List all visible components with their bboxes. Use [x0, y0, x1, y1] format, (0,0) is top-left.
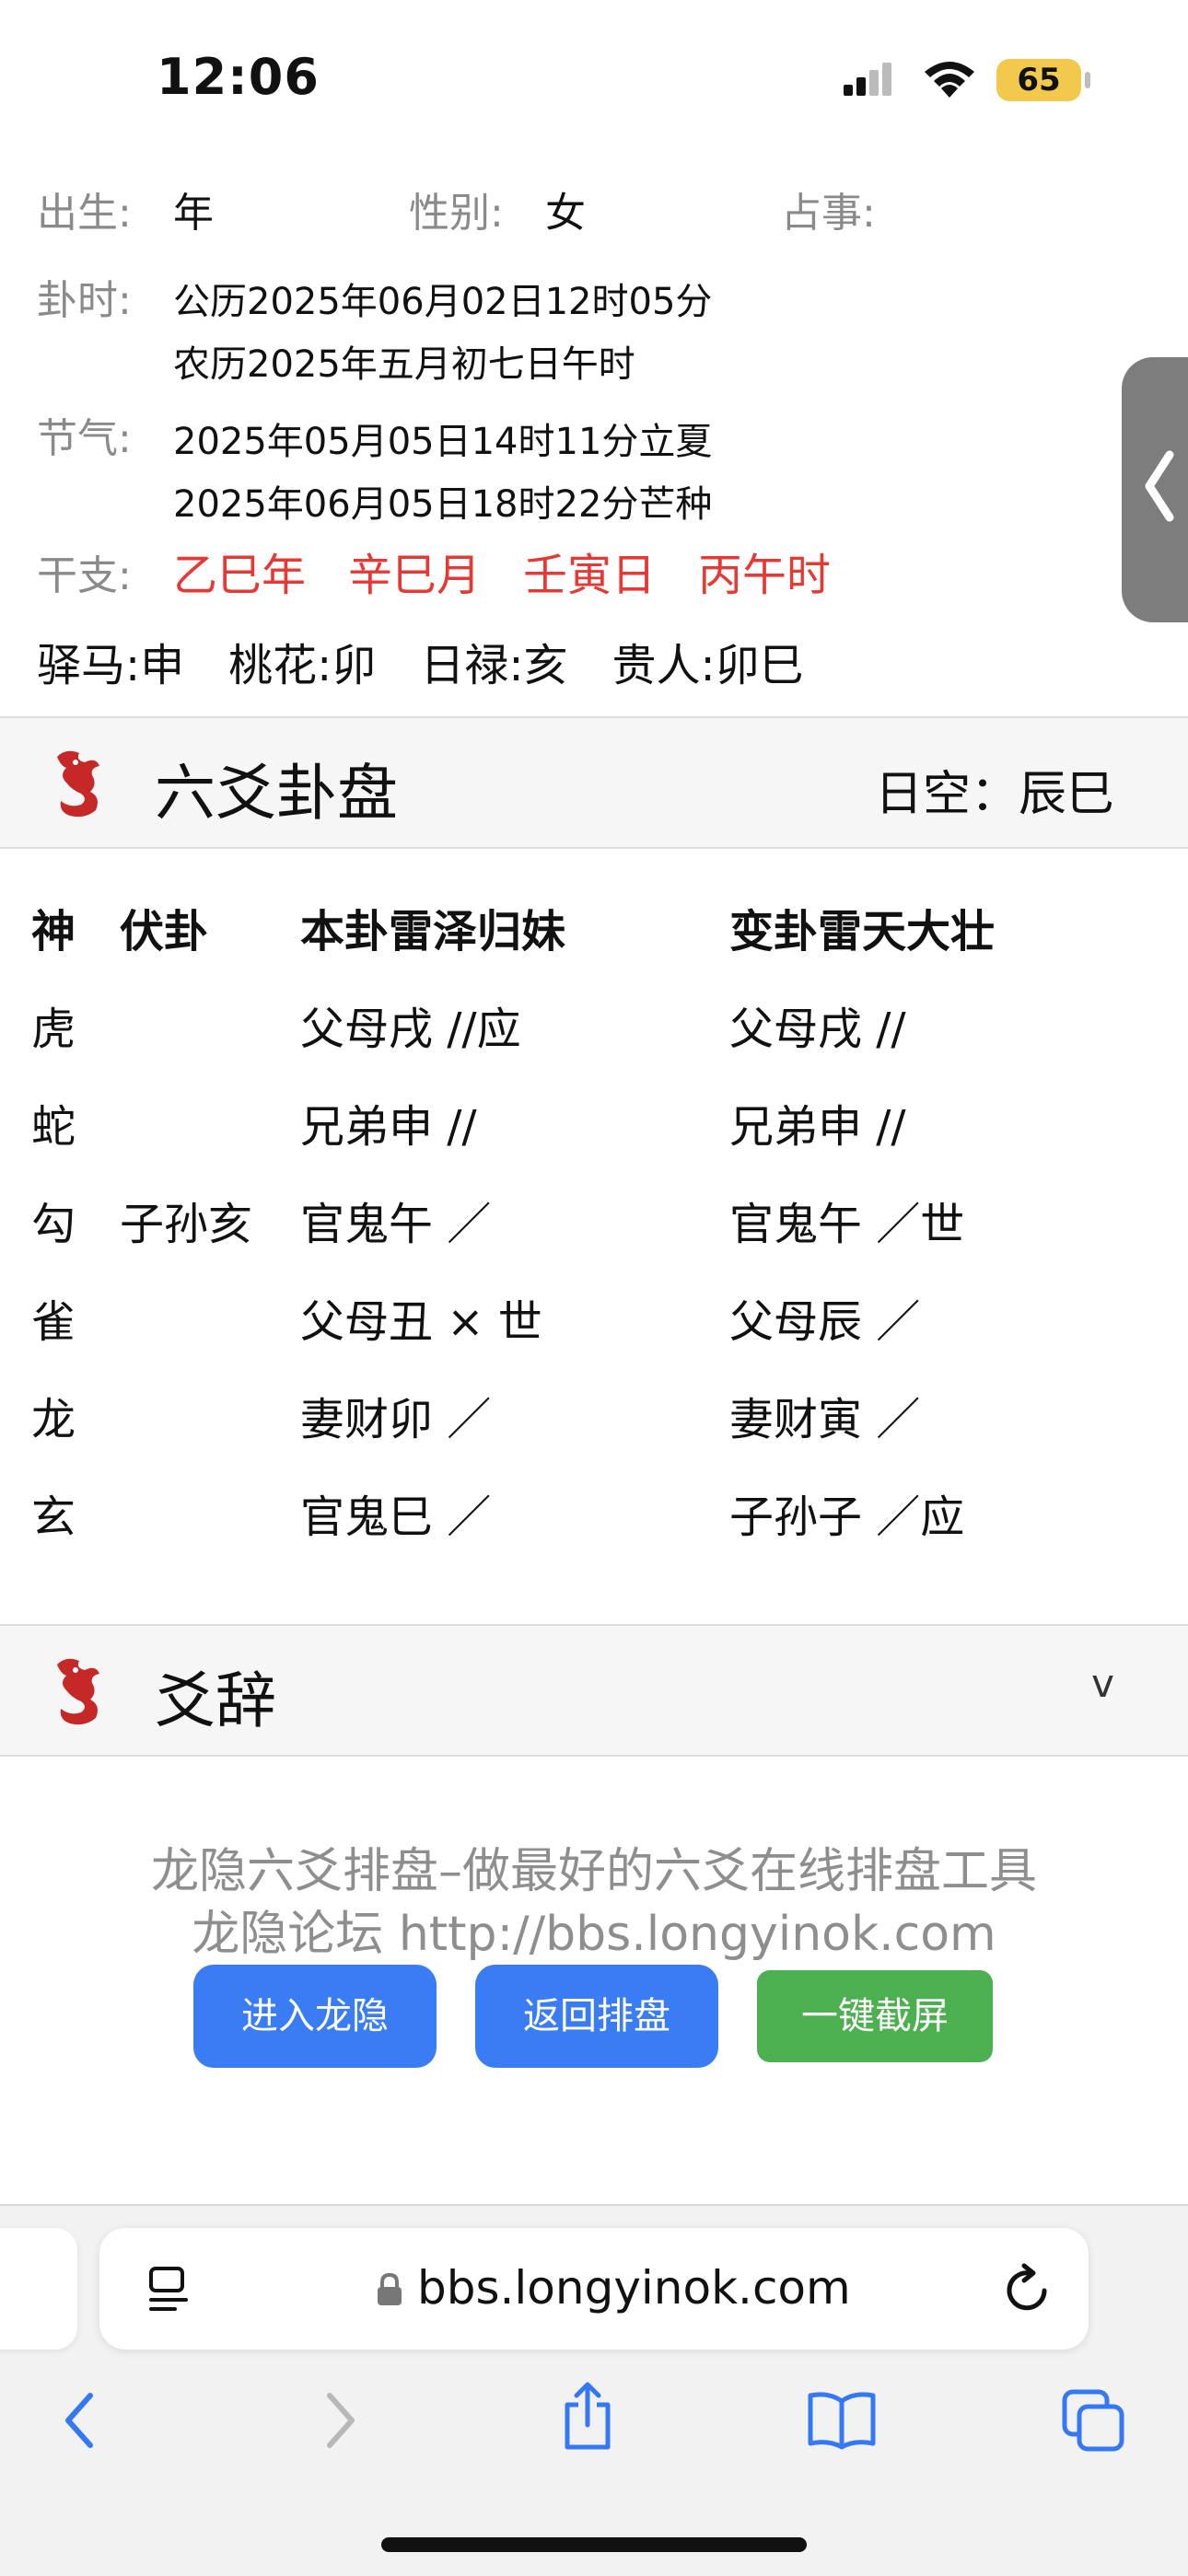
table-row: 蛇 兄弟申 // 兄弟申 // — [0, 1090, 1188, 1173]
header-biangua: 变卦雷天大壮 — [729, 906, 996, 957]
shensha-line: 驿马:申 桃花:卯 日禄:亥 贵人:卯巳 — [37, 640, 804, 691]
reload-icon[interactable] — [1002, 2261, 1054, 2316]
row-shen: 虎 — [31, 1004, 76, 1055]
ganzhi-values: 乙巳年 辛巳月 壬寅日 丙午时 — [173, 539, 1094, 601]
jieqi-label: 节气: — [37, 415, 132, 462]
row-bengua: 官鬼午 ／ — [300, 1199, 492, 1250]
status-bar: 12:06 65 — [0, 0, 1188, 157]
row-bengua: 父母戌 //应 — [300, 1004, 521, 1055]
ganzhi-label: 干支: — [37, 552, 132, 599]
screenshot-button[interactable]: 一键截屏 — [757, 1970, 993, 2062]
header-fugua: 伏卦 — [120, 906, 209, 957]
row-fugua: 子孙亥 — [120, 1199, 253, 1250]
birth-label: 出生: — [37, 190, 132, 237]
chevron-left-icon — [1145, 450, 1174, 522]
cellular-signal-icon — [844, 63, 891, 96]
tabs-icon[interactable] — [1061, 2388, 1127, 2454]
matter-label: 占事: — [781, 190, 876, 237]
side-drawer-tab[interactable] — [1122, 357, 1188, 622]
table-row: 勾 子孙亥 官鬼午 ／ 官鬼午 ／世 — [0, 1188, 1188, 1271]
gender-value: 女 — [545, 190, 586, 237]
forward-icon[interactable] — [317, 2388, 363, 2453]
dragon-logo-icon — [57, 750, 99, 818]
ganzhi-hour: 丙午时 — [698, 550, 832, 601]
bookmarks-icon[interactable] — [805, 2388, 879, 2451]
chevron-down-icon[interactable]: v — [1091, 1661, 1114, 1706]
gender-label: 性别: — [409, 190, 504, 237]
row-biangua: 父母辰 ／ — [729, 1296, 921, 1348]
address-bar[interactable]: bbs.longyinok.com — [99, 2228, 1089, 2350]
liuyao-section-header: 六爻卦盘 日空：辰巳 — [0, 716, 1188, 849]
yaoci-section-title: 爻辞 — [155, 1665, 276, 1736]
ganzhi-month: 辛巳月 — [348, 550, 482, 601]
battery-indicator: 65 — [996, 59, 1081, 101]
url-text[interactable]: bbs.longyinok.com — [417, 2261, 851, 2315]
guashi-label: 卦时: — [37, 277, 132, 324]
row-shen: 雀 — [31, 1296, 76, 1348]
row-bengua: 父母丑 × 世 — [300, 1296, 542, 1348]
ganzhi-day: 壬寅日 — [523, 550, 657, 601]
page-menu-icon[interactable] — [147, 2265, 190, 2313]
yaoci-section-header[interactable]: 爻辞 v — [0, 1624, 1188, 1757]
row-shen: 蛇 — [31, 1101, 76, 1153]
back-to-chart-button[interactable]: 返回排盘 — [475, 1965, 718, 2068]
share-icon[interactable] — [558, 2379, 617, 2453]
footer-forum-link[interactable]: 龙隐论坛 http://bbs.longyinok.com — [0, 1895, 1188, 1964]
guashi-lunar: 农历2025年五月初七日午时 — [173, 343, 635, 386]
footer-slogan: 龙隐六爻排盘–做最好的六爻在线排盘工具 — [150, 1844, 1037, 1899]
row-biangua: 子孙子 ／应 — [729, 1491, 965, 1543]
home-indicator — [381, 2537, 807, 2552]
dragon-logo-icon — [57, 1658, 99, 1725]
jieqi-start: 2025年05月05日14时11分立夏 — [173, 421, 713, 463]
row-biangua: 官鬼午 ／世 — [729, 1199, 965, 1250]
header-shen: 神 — [31, 906, 76, 957]
rikong-value: 日空：辰巳 — [874, 767, 1114, 822]
header-bengua: 本卦雷泽归妹 — [300, 906, 566, 957]
table-row: 虎 父母戌 //应 父母戌 // — [0, 992, 1188, 1075]
row-bengua: 妻财卯 ／ — [300, 1394, 492, 1445]
ganzhi-year: 乙巳年 — [173, 550, 307, 601]
wifi-icon — [925, 62, 974, 98]
guashi-solar: 公历2025年06月02日12时05分 — [173, 281, 713, 323]
row-shen: 勾 — [31, 1199, 76, 1250]
row-shen: 玄 — [31, 1491, 76, 1543]
jieqi-end: 2025年06月05日18时22分芒种 — [173, 483, 713, 526]
table-row: 雀 父母丑 × 世 父母辰 ／ — [0, 1285, 1188, 1368]
row-biangua: 妻财寅 ／ — [729, 1394, 921, 1445]
row-biangua: 兄弟申 // — [729, 1101, 906, 1153]
row-biangua: 父母戌 // — [729, 1004, 906, 1055]
lock-icon — [378, 2272, 402, 2305]
row-shen: 龙 — [31, 1394, 76, 1445]
back-icon[interactable] — [57, 2388, 103, 2453]
status-time: 12:06 — [157, 48, 320, 106]
table-row: 龙 妻财卯 ／ 妻财寅 ／ — [0, 1383, 1188, 1466]
enter-longyin-button[interactable]: 进入龙隐 — [193, 1965, 437, 2068]
row-bengua: 官鬼巳 ／ — [300, 1491, 492, 1543]
previous-tab-peek[interactable] — [0, 2228, 77, 2350]
liuyao-section-title: 六爻卦盘 — [155, 758, 398, 829]
table-row: 玄 官鬼巳 ／ 子孙子 ／应 — [0, 1480, 1188, 1563]
row-bengua: 兄弟申 // — [300, 1101, 477, 1153]
battery-nub — [1085, 72, 1090, 88]
table-header-row: 神 伏卦 本卦雷泽归妹 变卦雷天大壮 — [0, 895, 1188, 978]
birth-value: 年 — [173, 190, 214, 237]
